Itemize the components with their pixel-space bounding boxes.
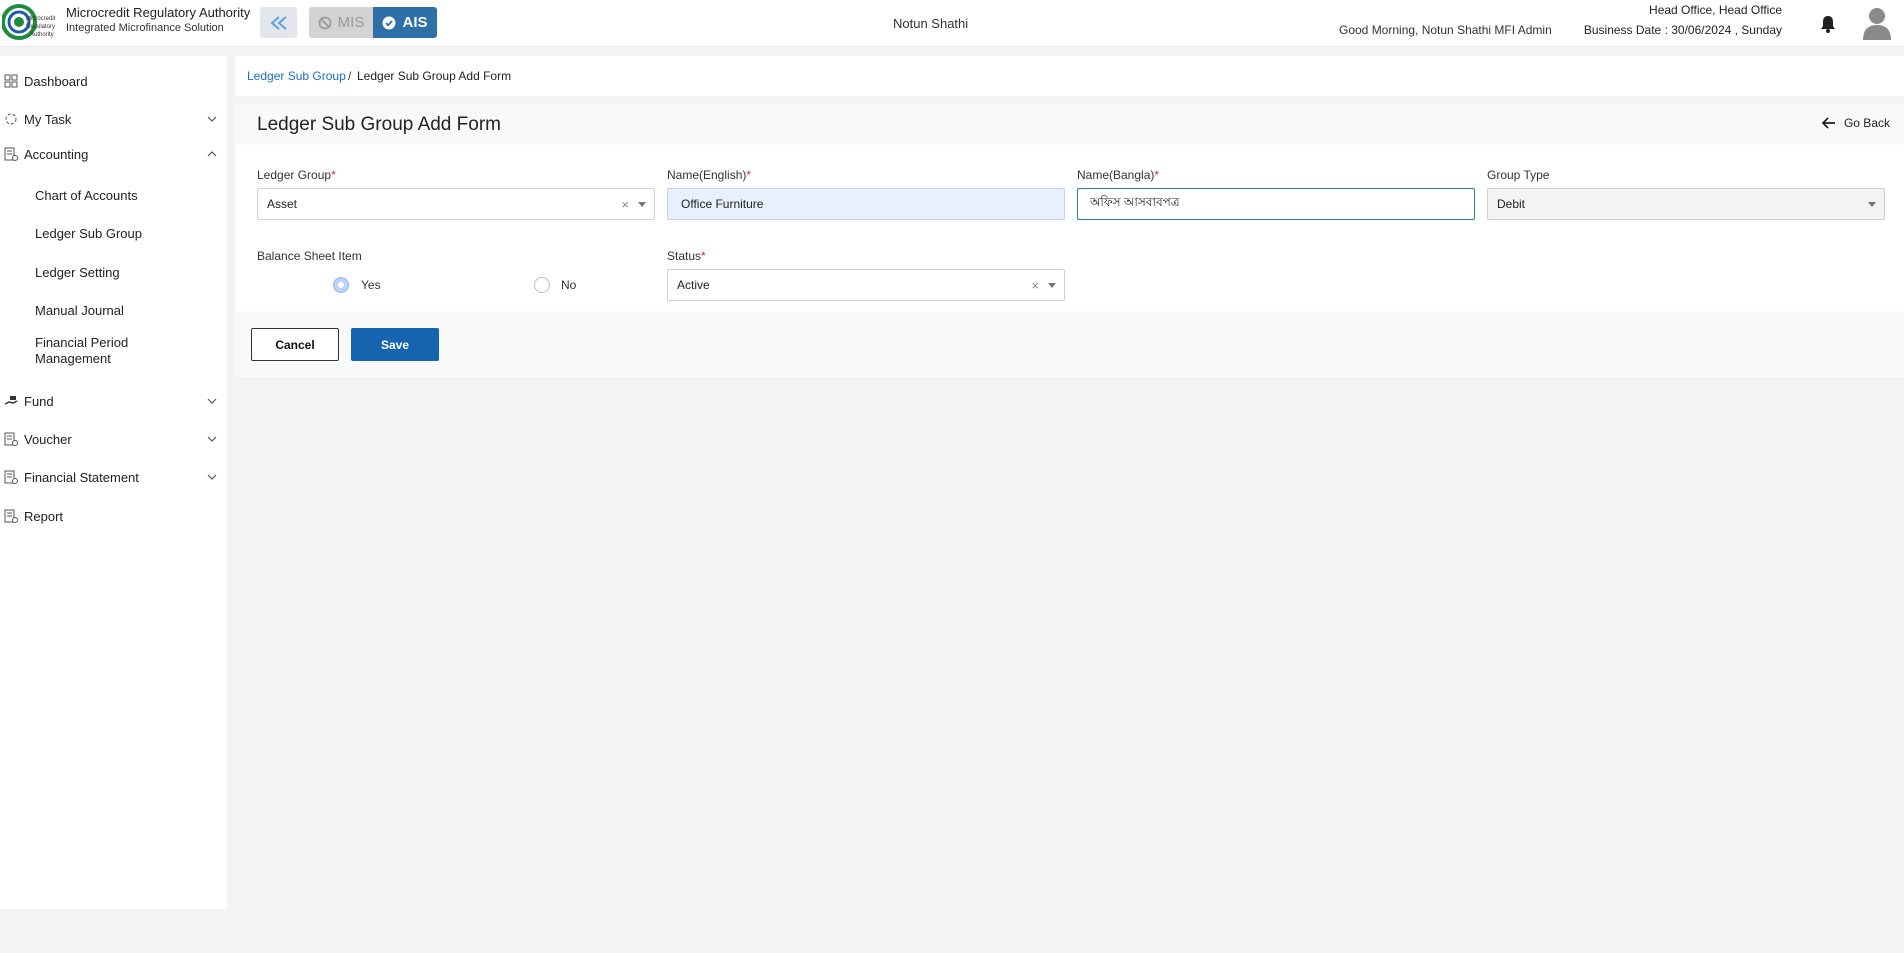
balance-sheet-no-radio[interactable] (534, 277, 550, 293)
ledger-sub-group-form: Ledger Group* Name(English)* Name(Bangla… (235, 145, 1904, 311)
svg-text:Authority: Authority (30, 32, 54, 38)
hand-money-icon (4, 396, 18, 405)
sidebar-item-label: Financial Statement (24, 469, 139, 485)
sidebar: Dashboard My Task Accounting Chart of Ac… (0, 56, 227, 909)
caret-down-icon (1868, 202, 1876, 207)
group-type-label: Group Type (1487, 168, 1550, 182)
ledger-icon (4, 509, 18, 523)
double-chevron-left-icon (269, 15, 287, 30)
collapse-sidebar-button[interactable] (260, 7, 297, 38)
breadcrumb-current: Ledger Sub Group Add Form (357, 69, 512, 83)
top-header: Microcredit Regulatory Authority Microcr… (0, 0, 1904, 47)
sidebar-subitem-ledger-setting[interactable]: Ledger Setting (35, 265, 215, 281)
module-ais-button[interactable]: AIS (373, 7, 437, 38)
form-header: Ledger Sub Group Add Form Go Back (235, 104, 1904, 145)
brand-subtitle: Integrated Microfinance Solution (66, 22, 224, 34)
save-button[interactable]: Save (351, 328, 439, 361)
name-bangla-value: অফিস আসবাবপত্র (1090, 195, 1180, 209)
sidebar-item-financial-statement[interactable]: Financial Statement (0, 463, 227, 491)
sidebar-item-dashboard[interactable]: Dashboard (0, 67, 227, 95)
caret-down-icon (638, 202, 646, 207)
sidebar-item-my-task[interactable]: My Task (0, 105, 227, 133)
svg-text:Regulatory: Regulatory (26, 24, 55, 30)
name-english-input[interactable]: Office Furniture (667, 188, 1065, 220)
caret-down-icon (1048, 283, 1056, 288)
name-english-value: Office Furniture (681, 197, 764, 211)
sidebar-item-label: Dashboard (24, 73, 88, 89)
check-circle-icon (382, 16, 396, 29)
chevron-down-icon (207, 398, 217, 404)
sidebar-item-accounting[interactable]: Accounting (0, 140, 227, 168)
form-actions: Cancel Save (235, 311, 1904, 377)
office-name: Head Office, Head Office (1649, 3, 1782, 17)
chevron-down-icon (207, 436, 217, 442)
status-select[interactable]: Active × (667, 269, 1065, 301)
name-bangla-input[interactable]: অফিস আসবাবপত্র (1077, 188, 1475, 220)
ban-icon (318, 16, 332, 29)
status-value: Active (677, 278, 710, 292)
chevron-down-icon (207, 116, 217, 122)
sidebar-item-fund[interactable]: Fund (0, 387, 227, 415)
clear-icon[interactable]: × (621, 197, 629, 212)
sidebar-item-report[interactable]: Report (0, 502, 227, 530)
grid-icon (4, 74, 18, 88)
balance-sheet-yes-radio[interactable] (333, 277, 349, 293)
greeting-text: Good Morning, Notun Shathi MFI Admin (1339, 23, 1552, 37)
sidebar-subitem-ledger-sub-group[interactable]: Ledger Sub Group (35, 226, 215, 242)
sidebar-item-label: My Task (24, 111, 72, 127)
bell-icon[interactable] (1819, 14, 1837, 34)
ledger-icon (4, 147, 18, 161)
ledger-group-value: Asset (267, 197, 298, 211)
balance-sheet-item-label: Balance Sheet Item (257, 249, 362, 263)
breadcrumb: Ledger Sub Group / Ledger Sub Group Add … (235, 56, 1904, 96)
sidebar-item-label: Accounting (24, 146, 89, 162)
arrow-left-icon (1821, 117, 1835, 129)
sidebar-subitem-chart-of-accounts[interactable]: Chart of Accounts (35, 188, 215, 204)
module-mis-button[interactable]: MIS (309, 7, 373, 38)
cancel-button[interactable]: Cancel (251, 328, 339, 361)
organization-name: Notun Shathi (893, 16, 969, 31)
name-english-label: Name(English)* (667, 168, 752, 182)
ledger-group-select[interactable]: Asset × (257, 188, 655, 220)
balance-sheet-yes-label[interactable]: Yes (361, 278, 381, 292)
mra-logo: Microcredit Regulatory Authority (2, 4, 56, 40)
group-type-select[interactable]: Debit (1487, 188, 1885, 220)
breadcrumb-parent-link[interactable]: Ledger Sub Group (247, 69, 346, 83)
name-bangla-label: Name(Bangla)* (1077, 168, 1160, 182)
balance-sheet-no-label[interactable]: No (561, 278, 576, 292)
sidebar-item-label: Fund (24, 393, 54, 409)
go-back-label: Go Back (1843, 116, 1890, 130)
task-icon (5, 113, 17, 125)
breadcrumb-separator: / (348, 69, 352, 83)
sidebar-item-label: Voucher (24, 431, 72, 447)
svg-text:Microcredit: Microcredit (26, 16, 56, 22)
group-type-value: Debit (1497, 197, 1526, 211)
module-mis-label: MIS (337, 14, 365, 31)
go-back-button[interactable]: Go Back (1821, 116, 1890, 130)
clear-icon[interactable]: × (1031, 278, 1039, 293)
brand-title: Microcredit Regulatory Authority (66, 5, 251, 20)
module-ais-label: AIS (402, 14, 428, 31)
user-avatar-icon[interactable] (1862, 6, 1892, 40)
ledger-group-label: Ledger Group* (257, 168, 336, 182)
sidebar-item-voucher[interactable]: Voucher (0, 425, 227, 453)
page-title: Ledger Sub Group Add Form (257, 114, 501, 135)
ledger-icon (4, 432, 18, 446)
status-label: Status* (667, 249, 706, 263)
ledger-icon (4, 470, 18, 484)
sidebar-item-label: Report (24, 508, 64, 524)
business-date: Business Date : 30/06/2024 , Sunday (1583, 23, 1782, 37)
sidebar-subitem-financial-period-management[interactable]: Financial Period Management (35, 335, 155, 367)
chevron-up-icon (207, 151, 217, 157)
chevron-down-icon (207, 474, 217, 480)
sidebar-subitem-manual-journal[interactable]: Manual Journal (35, 303, 215, 319)
